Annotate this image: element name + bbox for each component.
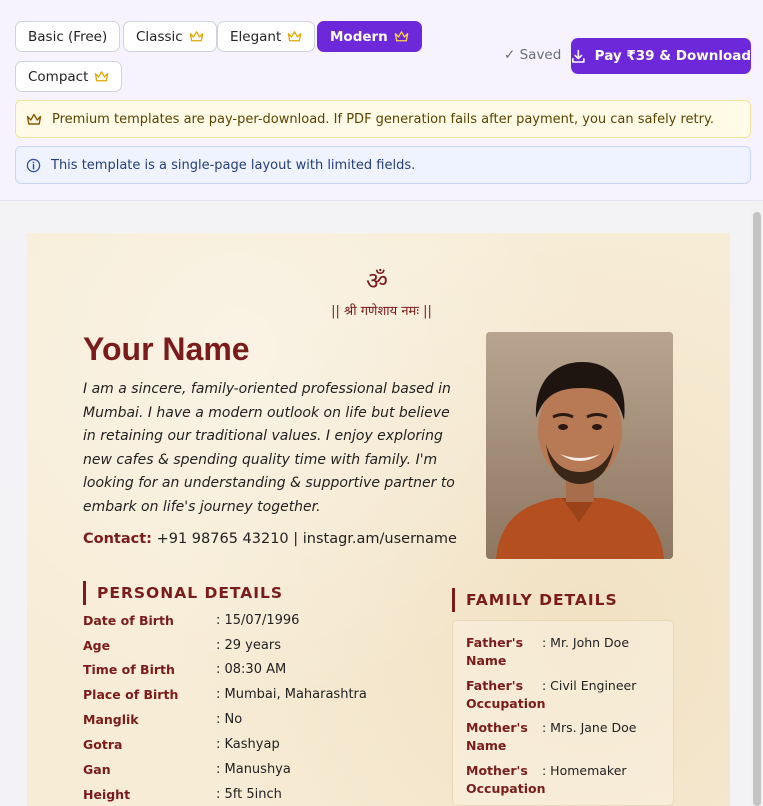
profile-name: Your Name [83, 331, 250, 367]
contact-label: Contact: [83, 531, 152, 547]
template-label: Basic (Free) [28, 28, 108, 45]
template-elegant-button[interactable]: Elegant [217, 21, 316, 52]
personal-row: Place of Birth : Mumbai, Maharashtra [83, 687, 443, 702]
template-label: Compact [28, 68, 89, 85]
premium-notice-text: Premium templates are pay-per-download. … [52, 111, 714, 127]
template-modern-button[interactable]: Modern [317, 21, 422, 52]
field-label: Gan [83, 762, 111, 777]
field-label: Time of Birth [83, 662, 175, 677]
field-label: Father's Occupation [466, 678, 546, 711]
family-row: Father's Name : Mr. John Doe [466, 634, 629, 669]
personal-row: Manglik : No [83, 712, 443, 727]
field-label: Age [83, 638, 111, 653]
template-label: Classic [136, 28, 183, 45]
template-compact-button[interactable]: Compact [15, 61, 123, 92]
personal-row: Gan : Manushya [83, 762, 443, 777]
family-row: Mother's Name : Mrs. Jane Doe [466, 719, 636, 754]
field-label: Place of Birth [83, 687, 179, 702]
field-value: : 15/07/1996 [216, 613, 300, 628]
crown-icon [26, 113, 42, 125]
field-value: : Manushya [216, 762, 291, 777]
template-classic-button[interactable]: Classic [123, 21, 217, 52]
template-label: Modern [330, 28, 388, 45]
contact-value: +91 98765 43210 | instagr.am/username [156, 531, 457, 547]
field-value: : Mrs. Jane Doe [542, 720, 637, 735]
crown-icon [189, 31, 203, 42]
contact-line: Contact: +91 98765 43210 | instagr.am/us… [83, 531, 457, 547]
field-value: : Mr. John Doe [542, 635, 630, 650]
crown-icon [288, 31, 302, 42]
family-row: Mother's Occupation: Homemaker [466, 762, 627, 797]
personal-row: Time of Birth : 08:30 AM [83, 662, 443, 677]
field-label: Height [83, 787, 131, 802]
info-notice: This template is a single-page layout wi… [15, 146, 751, 184]
field-value: : Civil Engineer [542, 678, 637, 693]
person-illustration [486, 332, 673, 559]
field-label: Mother's Name [466, 720, 528, 753]
field-value: : 29 years [216, 638, 281, 653]
personal-row: Height : 5ft 5inch [83, 787, 443, 802]
mantra-text: || श्री गणेशाय नमः || [331, 304, 432, 319]
info-icon [26, 158, 41, 172]
personal-details-heading: PERSONAL DETAILS [83, 581, 283, 605]
field-label: Date of Birth [83, 613, 174, 628]
premium-notice: Premium templates are pay-per-download. … [15, 100, 751, 138]
field-label: Father's Name [466, 635, 524, 668]
personal-row: Age : 29 years [83, 638, 443, 653]
profile-photo [486, 332, 673, 559]
template-label: Elegant [230, 28, 282, 45]
field-value: : Mumbai, Maharashtra [216, 687, 367, 702]
saved-status: ✓ Saved [504, 47, 562, 63]
profile-bio: I am a sincere, family-oriented professi… [83, 381, 455, 515]
personal-row: Date of Birth : 15/07/1996 [83, 613, 443, 628]
download-icon [572, 49, 585, 63]
field-label: Gotra [83, 737, 123, 752]
field-value: : 5ft 5inch [216, 787, 282, 802]
field-value: : Kashyap [216, 737, 280, 752]
pay-download-button[interactable]: Pay ₹39 & Download [571, 38, 751, 74]
family-details-heading: FAMILY DETAILS [452, 588, 618, 612]
field-label: Mother's Occupation [466, 763, 546, 796]
template-basic-button[interactable]: Basic (Free) [15, 21, 121, 52]
om-symbol: ॐ [366, 267, 388, 295]
info-notice-text: This template is a single-page layout wi… [51, 157, 416, 173]
family-row: Father's Occupation: Civil Engineer [466, 677, 636, 712]
crown-icon [394, 31, 409, 42]
field-value: : 08:30 AM [216, 662, 287, 677]
field-value: : No [216, 712, 243, 727]
field-label: Manglik [83, 712, 139, 727]
field-value: : Homemaker [542, 763, 627, 778]
personal-row: Gotra : Kashyap [83, 737, 443, 752]
crown-icon [95, 71, 109, 82]
pay-button-label: Pay ₹39 & Download [594, 48, 751, 64]
